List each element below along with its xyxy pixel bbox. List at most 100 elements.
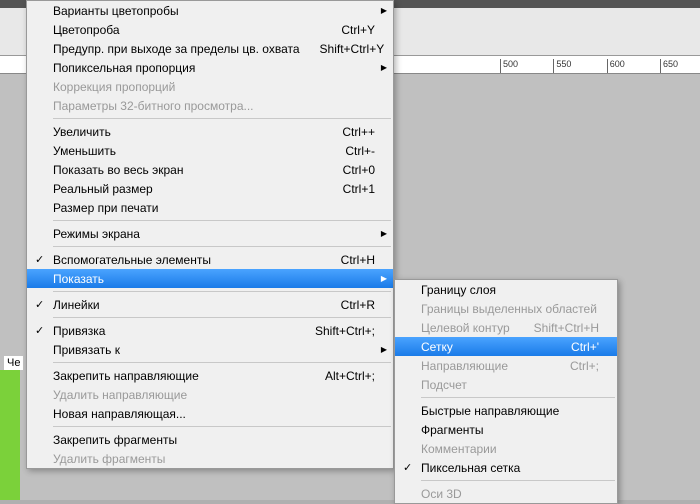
main_menu-item[interactable]: Размер при печати [27, 198, 393, 217]
menu-item-label: Попиксельная пропорция [53, 61, 375, 75]
menu-item-label: Подсчет [421, 378, 599, 392]
menu-item-shortcut: Ctrl+Y [341, 23, 375, 37]
main_menu-item[interactable]: Попиксельная пропорция ▶ [27, 58, 393, 77]
menu-item-label: Показать во весь экран [53, 163, 323, 177]
menu-item-label: Вспомогательные элементы [53, 253, 321, 267]
chevron-right-icon: ▶ [381, 345, 387, 354]
show-submenu: Границу слоя Границы выделенных областей Ц… [394, 279, 618, 504]
chevron-right-icon: ▶ [381, 6, 387, 15]
sub_menu-item[interactable]: Границу слоя [395, 280, 617, 299]
main_menu-item[interactable]: Закрепить направляющие Alt+Ctrl+; [27, 366, 393, 385]
menu-item-label: Линейки [53, 298, 321, 312]
menu-item-label: Увеличить [53, 125, 322, 139]
main_menu-item[interactable]: Показать ▶ [27, 269, 393, 288]
menu-item-shortcut: Shift+Ctrl+; [315, 324, 375, 338]
menu-item-label: Реальный размер [53, 182, 323, 196]
check-icon: ✓ [35, 253, 44, 266]
sub_menu-item[interactable]: ✓Пиксельная сетка [395, 458, 617, 477]
main_menu-item[interactable]: Закрепить фрагменты [27, 430, 393, 449]
main_menu-item[interactable]: Цветопроба Ctrl+Y [27, 20, 393, 39]
ruler-tick: 650 [660, 59, 700, 74]
sub_menu-item[interactable]: Сетку Ctrl+' [395, 337, 617, 356]
menu-item-label: Коррекция пропорций [53, 80, 375, 94]
check-icon: ✓ [35, 324, 44, 337]
main_menu-item: Удалить направляющие [27, 385, 393, 404]
chevron-right-icon: ▶ [381, 63, 387, 72]
sub_menu-item: Подсчет [395, 375, 617, 394]
menu-item-label: Оси 3D [421, 487, 599, 501]
menu-item-label: Новая направляющая... [53, 407, 375, 421]
ruler-tick: 600 [607, 59, 657, 74]
main_menu-item[interactable]: Увеличить Ctrl++ [27, 122, 393, 141]
check-icon: ✓ [403, 461, 412, 474]
main_menu-item[interactable]: ✓ Привязка Shift+Ctrl+; [27, 321, 393, 340]
menu-item-label: Удалить фрагменты [53, 452, 375, 466]
sub_menu-item: Комментарии [395, 439, 617, 458]
view-menu: Варианты цветопробы ▶ Цветопроба Ctrl+Y Пред… [26, 0, 394, 469]
main_menu-item[interactable]: Уменьшить Ctrl+- [27, 141, 393, 160]
menu-item-label: Фрагменты [421, 423, 599, 437]
chevron-right-icon: ▶ [381, 229, 387, 238]
menu-item-label: Привязка [53, 324, 295, 338]
menu-separator [421, 480, 615, 481]
sub_menu-item: Оси 3D [395, 484, 617, 503]
menu-item-shortcut: Ctrl++ [342, 125, 375, 139]
sub_menu-item[interactable]: Быстрые направляющие [395, 401, 617, 420]
sub_menu-item: Границы выделенных областей [395, 299, 617, 318]
menu-item-label: Целевой контур [421, 321, 514, 335]
main_menu-item[interactable]: Реальный размер Ctrl+1 [27, 179, 393, 198]
menu-item-label: Границу слоя [421, 283, 599, 297]
menu-item-label: Закрепить направляющие [53, 369, 305, 383]
main_menu-item[interactable]: Варианты цветопробы ▶ [27, 1, 393, 20]
main_menu-item[interactable]: ✓ Линейки Ctrl+R [27, 295, 393, 314]
main_menu-item[interactable]: ✓ Вспомогательные элементы Ctrl+H [27, 250, 393, 269]
ruler-tick: 500 [500, 59, 550, 74]
menu-item-shortcut: Alt+Ctrl+; [325, 369, 375, 383]
menu-item-shortcut: Shift+Ctrl+Y [320, 42, 385, 56]
menu-separator [53, 118, 391, 119]
menu-item-shortcut: Ctrl+- [345, 144, 375, 158]
menu-separator [53, 362, 391, 363]
canvas-content [0, 370, 20, 500]
check-icon: ✓ [35, 298, 44, 311]
sub_menu-item: Целевой контурShift+Ctrl+H [395, 318, 617, 337]
menu-item-label: Границы выделенных областей [421, 302, 599, 316]
menu-separator [53, 426, 391, 427]
menu-item-shortcut: Ctrl+1 [343, 182, 375, 196]
menu-item-label: Закрепить фрагменты [53, 433, 375, 447]
ruler-tick: 550 [553, 59, 603, 74]
menu-item-shortcut: Ctrl+' [571, 340, 599, 354]
main_menu-item: Коррекция пропорций [27, 77, 393, 96]
menu-item-label: Цветопроба [53, 23, 321, 37]
menu-separator [53, 246, 391, 247]
menu-separator [53, 220, 391, 221]
main_menu-item[interactable]: Режимы экрана ▶ [27, 224, 393, 243]
main_menu-item: Удалить фрагменты [27, 449, 393, 468]
menu-item-label: Предупр. при выходе за пределы цв. охват… [53, 42, 300, 56]
menu-item-label: Комментарии [421, 442, 599, 456]
menu-item-shortcut: Ctrl+0 [343, 163, 375, 177]
menu-item-shortcut: Ctrl+R [341, 298, 375, 312]
menu-item-label: Варианты цветопробы [53, 4, 375, 18]
left-label: Че [4, 356, 23, 370]
menu-item-label: Уменьшить [53, 144, 325, 158]
menu-item-label: Привязать к [53, 343, 375, 357]
chevron-right-icon: ▶ [381, 274, 387, 283]
menu-item-shortcut: Ctrl+; [570, 359, 599, 373]
main_menu-item: Параметры 32-битного просмотра... [27, 96, 393, 115]
menu-item-label: Параметры 32-битного просмотра... [53, 99, 375, 113]
sub_menu-item: НаправляющиеCtrl+; [395, 356, 617, 375]
menu-separator [53, 291, 391, 292]
menu-item-label: Быстрые направляющие [421, 404, 599, 418]
menu-item-label: Размер при печати [53, 201, 375, 215]
main_menu-item[interactable]: Показать во весь экран Ctrl+0 [27, 160, 393, 179]
sub_menu-item[interactable]: Фрагменты [395, 420, 617, 439]
menu-item-label: Сетку [421, 340, 551, 354]
main_menu-item[interactable]: Предупр. при выходе за пределы цв. охват… [27, 39, 393, 58]
main_menu-item[interactable]: Привязать к ▶ [27, 340, 393, 359]
menu-item-shortcut: Ctrl+H [341, 253, 375, 267]
main_menu-item[interactable]: Новая направляющая... [27, 404, 393, 423]
menu-item-label: Показать [53, 272, 375, 286]
menu-item-label: Режимы экрана [53, 227, 375, 241]
menu-separator [53, 317, 391, 318]
